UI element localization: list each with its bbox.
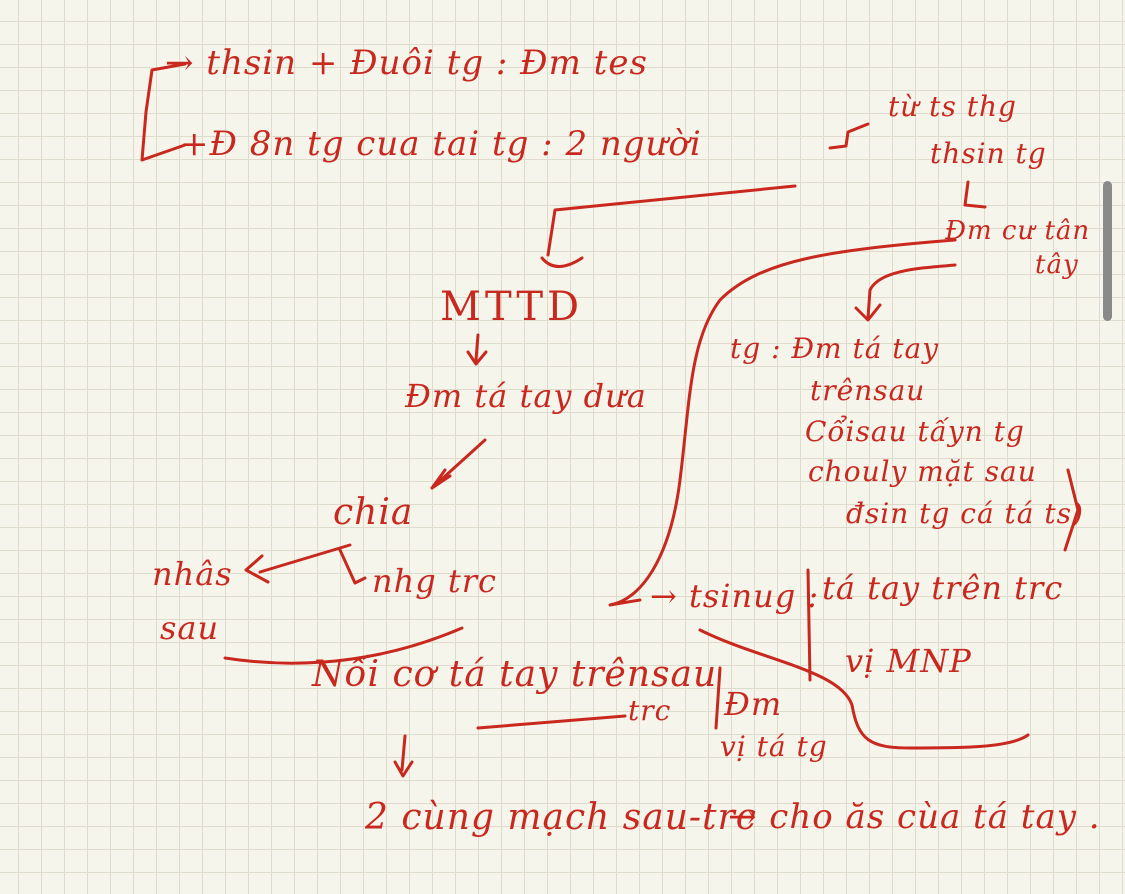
- note-nhas: nhâs: [152, 555, 233, 593]
- down-stroke-right: [963, 180, 987, 209]
- link-to-mttd-stroke: [546, 184, 797, 257]
- note-mttd: MTTD: [440, 284, 584, 330]
- arrow-to-nhas-stroke: [244, 543, 352, 584]
- note-thung: → tsinug :: [650, 577, 820, 615]
- note-nhg-tric: nhg trc: [372, 562, 497, 600]
- note-right-top: từ ts thg: [888, 90, 1017, 123]
- note-right-top-2: thsin tg: [930, 137, 1047, 170]
- note-line-2: +Đ 8n tg cua tai tg : 2 người: [180, 124, 702, 164]
- note-dm-cu-tan: Đm cư tân: [945, 216, 1091, 246]
- note-bottom-line: 2 cùng mạch sau-trc: [365, 797, 757, 838]
- note-tg-label: tg : Đm tá tay: [730, 332, 940, 365]
- note-line-1: → thsin + Đuôi tg : Đm tes: [165, 43, 648, 83]
- note-tg-line-4: chouly mặt sau: [808, 455, 1037, 488]
- note-bottom-right: → cho ăs cùa tá tay .: [728, 797, 1101, 837]
- note-noi-cos: Nối cơ tá tay trênsau: [312, 654, 718, 695]
- arrow-to-nhg-stroke: [338, 548, 367, 585]
- note-dm: Đm: [724, 685, 783, 723]
- note-tay: tây: [1035, 250, 1079, 280]
- note-ta-tay-tren-tric: tá tay trên trc: [822, 569, 1064, 607]
- note-tg-line-3: Cổisau tấyn tg: [805, 415, 1025, 448]
- arrow-box-stroke: [828, 122, 870, 150]
- note-sau: sau: [160, 609, 220, 647]
- note-chia: chia: [333, 492, 414, 533]
- arrow-to-tg-stroke: [854, 263, 957, 322]
- note-vi-mnp: vị MNP: [845, 642, 972, 680]
- note-vi-ta-tay: vị tá tg: [720, 730, 828, 763]
- note-tric: trc: [628, 694, 672, 727]
- vertical-scrollbar[interactable]: [1103, 181, 1112, 321]
- arrow-mttd-down: [466, 333, 488, 366]
- arrow-to-chia-stroke: [430, 438, 487, 490]
- note-dm-ta-tay-dua: Đm tá tay dưa: [405, 377, 647, 415]
- note-tg-line-2: trênsau: [810, 374, 926, 407]
- arrow-head-mttd: [540, 256, 584, 268]
- line-to-tric-stroke: [476, 714, 627, 730]
- note-tg-line-5: đsin tg cá tá ts): [846, 497, 1084, 530]
- arrow-bottom-stroke: [393, 734, 414, 778]
